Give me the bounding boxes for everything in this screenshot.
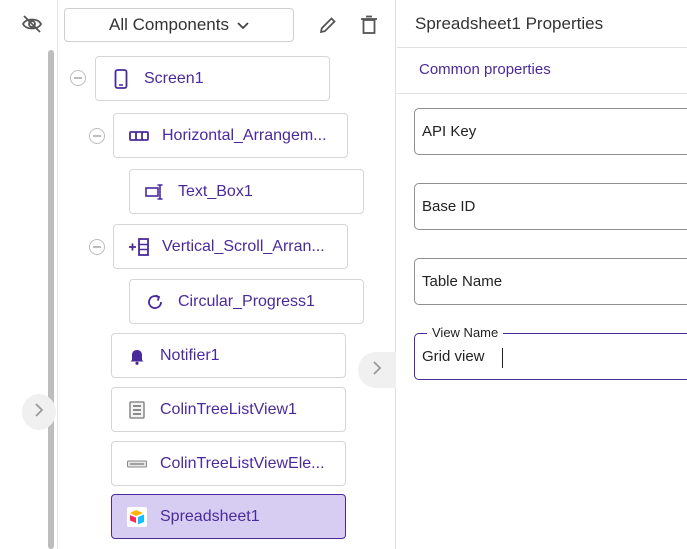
pencil-icon[interactable] [317, 14, 339, 36]
tree-node-label: Screen1 [144, 69, 204, 87]
eye-off-icon[interactable] [20, 13, 44, 35]
expand-panel-button[interactable] [22, 394, 56, 430]
tree-node-label: ColinTreeListViewEle... [160, 454, 325, 472]
phone-icon [110, 68, 132, 90]
chevron-right-icon [34, 402, 44, 422]
tree-node-circular-progress1[interactable]: Circular_Progress1 [129, 279, 364, 324]
base-id-input[interactable] [415, 184, 687, 229]
tree-node-label: Circular_Progress1 [178, 292, 315, 310]
table-name-field [414, 258, 687, 305]
trash-icon[interactable] [358, 14, 380, 36]
base-id-field [414, 183, 687, 230]
chevron-right-icon [372, 360, 382, 380]
tree-node-notifier1[interactable]: Notifier1 [111, 333, 346, 378]
collapse-vertical-scroll-toggle[interactable] [89, 239, 105, 255]
divider [397, 93, 687, 94]
components-filter-label: All Components [108, 15, 229, 34]
left-rail [0, 0, 58, 549]
tree-header: All Components [58, 0, 396, 48]
tree-node-text-box1[interactable]: Text_Box1 [129, 169, 364, 214]
properties-panel: Spreadsheet1 Properties Common propertie… [397, 0, 687, 549]
view-name-label: View Name [427, 326, 504, 340]
tree-node-vertical-scroll-arrangement[interactable]: Vertical_Scroll_Arran... [113, 224, 348, 269]
tree-node-spreadsheet1[interactable]: Spreadsheet1 [111, 494, 346, 539]
api-key-field [414, 108, 687, 155]
components-filter-dropdown[interactable]: All Components [64, 8, 294, 42]
listview-icon [126, 399, 148, 421]
spreadsheet-icon [126, 506, 148, 528]
tree-node-label: Text_Box1 [178, 182, 253, 200]
collapse-horizontal-arrangement-toggle[interactable] [89, 128, 105, 144]
tree-scrollbar[interactable] [48, 50, 54, 549]
collapse-screen1-toggle[interactable] [70, 70, 86, 86]
tree-node-label: ColinTreeListView1 [160, 400, 297, 418]
tree-node-colintreelistview1[interactable]: ColinTreeListView1 [111, 387, 346, 432]
chevron-down-icon [237, 15, 249, 35]
divider [397, 47, 687, 48]
tree-node-label: Horizontal_Arrangem... [162, 126, 327, 144]
collapse-properties-button[interactable] [358, 352, 396, 388]
api-key-input[interactable] [415, 109, 687, 154]
properties-title: Spreadsheet1 Properties [415, 14, 604, 33]
tree-node-horizontal-arrangement[interactable]: Horizontal_Arrangem... [113, 113, 348, 158]
vertical-scroll-icon [128, 236, 150, 258]
circular-progress-icon [144, 291, 166, 313]
table-name-input[interactable] [415, 259, 687, 304]
components-tree-panel: All Components Screen1 Horizontal_Arrang… [58, 0, 396, 549]
tree-node-label: Spreadsheet1 [160, 507, 260, 525]
view-name-field: View Name [414, 326, 687, 380]
common-properties-link[interactable]: Common properties [419, 61, 551, 78]
tree-node-screen1[interactable]: Screen1 [95, 56, 330, 101]
textbox-icon [144, 181, 166, 203]
tree-node-label: Notifier1 [160, 346, 220, 364]
view-name-input[interactable] [415, 334, 687, 379]
horizontal-arrangement-icon [128, 125, 150, 147]
text-caret [502, 348, 503, 368]
tree-node-colintreelistviewelement[interactable]: ColinTreeListViewEle... [111, 441, 346, 486]
list-element-icon [126, 453, 148, 475]
tree-node-label: Vertical_Scroll_Arran... [162, 237, 325, 255]
bell-icon [126, 345, 148, 367]
